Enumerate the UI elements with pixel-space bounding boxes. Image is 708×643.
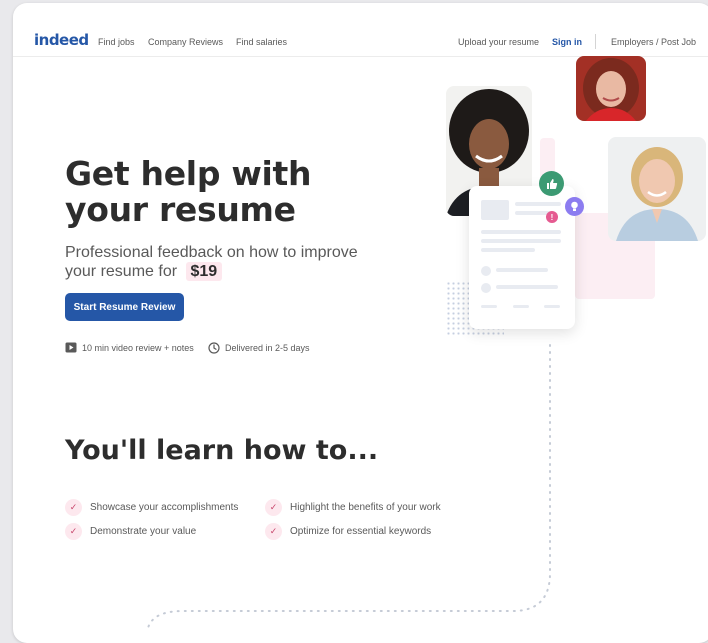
lightbulb-icon [565,197,584,216]
nav-sign-in[interactable]: Sign in [552,37,582,47]
card-line [513,305,529,308]
nav-find-jobs[interactable]: Find jobs [98,37,135,47]
alert-icon: ! [546,211,558,223]
thumbs-up-icon [539,171,564,196]
top-navigation: indeed Find jobs Company Reviews Find sa… [13,3,708,57]
nav-divider [595,34,596,49]
reviewer-photo-3 [608,137,706,241]
learn-item: ✓ Optimize for essential keywords [265,523,431,540]
card-line [481,305,497,308]
resume-preview-card [469,186,575,329]
learn-section-title: You'll learn how to... [65,435,379,466]
check-icon: ✓ [65,499,82,516]
reviewer-photo-2 [576,56,646,121]
check-icon: ✓ [265,499,282,516]
hero-title: Get help with your resume [65,154,312,229]
card-bullet [481,283,491,293]
start-resume-review-button[interactable]: Start Resume Review [65,293,184,321]
learn-item-text: Optimize for essential keywords [290,526,432,537]
nav-find-salaries[interactable]: Find salaries [236,37,287,47]
price-badge: $19 [185,262,223,281]
indeed-logo[interactable]: indeed [34,31,89,49]
learn-item-text: Demonstrate your value [90,526,197,537]
nav-employers-post-job[interactable]: Employers / Post Job [611,37,696,47]
learn-item-text: Showcase your accomplishments [90,502,239,513]
video-icon [65,342,77,353]
card-line [496,285,558,289]
card-line [496,268,548,272]
decorative-dotted-path [147,344,551,629]
nav-upload-resume[interactable]: Upload your resume [458,37,539,47]
card-photo-placeholder [481,200,509,220]
learn-item: ✓ Showcase your accomplishments [65,499,238,516]
learn-item: ✓ Demonstrate your value [65,523,196,540]
learn-item-text: Highlight the benefits of your work [290,502,441,513]
card-bullet [481,266,491,276]
nav-company-reviews[interactable]: Company Reviews [148,37,223,47]
card-line [481,248,535,252]
browser-window: indeed Find jobs Company Reviews Find sa… [13,3,708,643]
check-icon: ✓ [65,523,82,540]
card-line [544,305,560,308]
card-line [481,239,561,243]
card-line [481,230,561,234]
check-icon: ✓ [265,523,282,540]
hero-subtitle: Professional feedback on how to improve … [65,243,385,281]
learn-item: ✓ Highlight the benefits of your work [265,499,441,516]
card-line [515,202,561,206]
